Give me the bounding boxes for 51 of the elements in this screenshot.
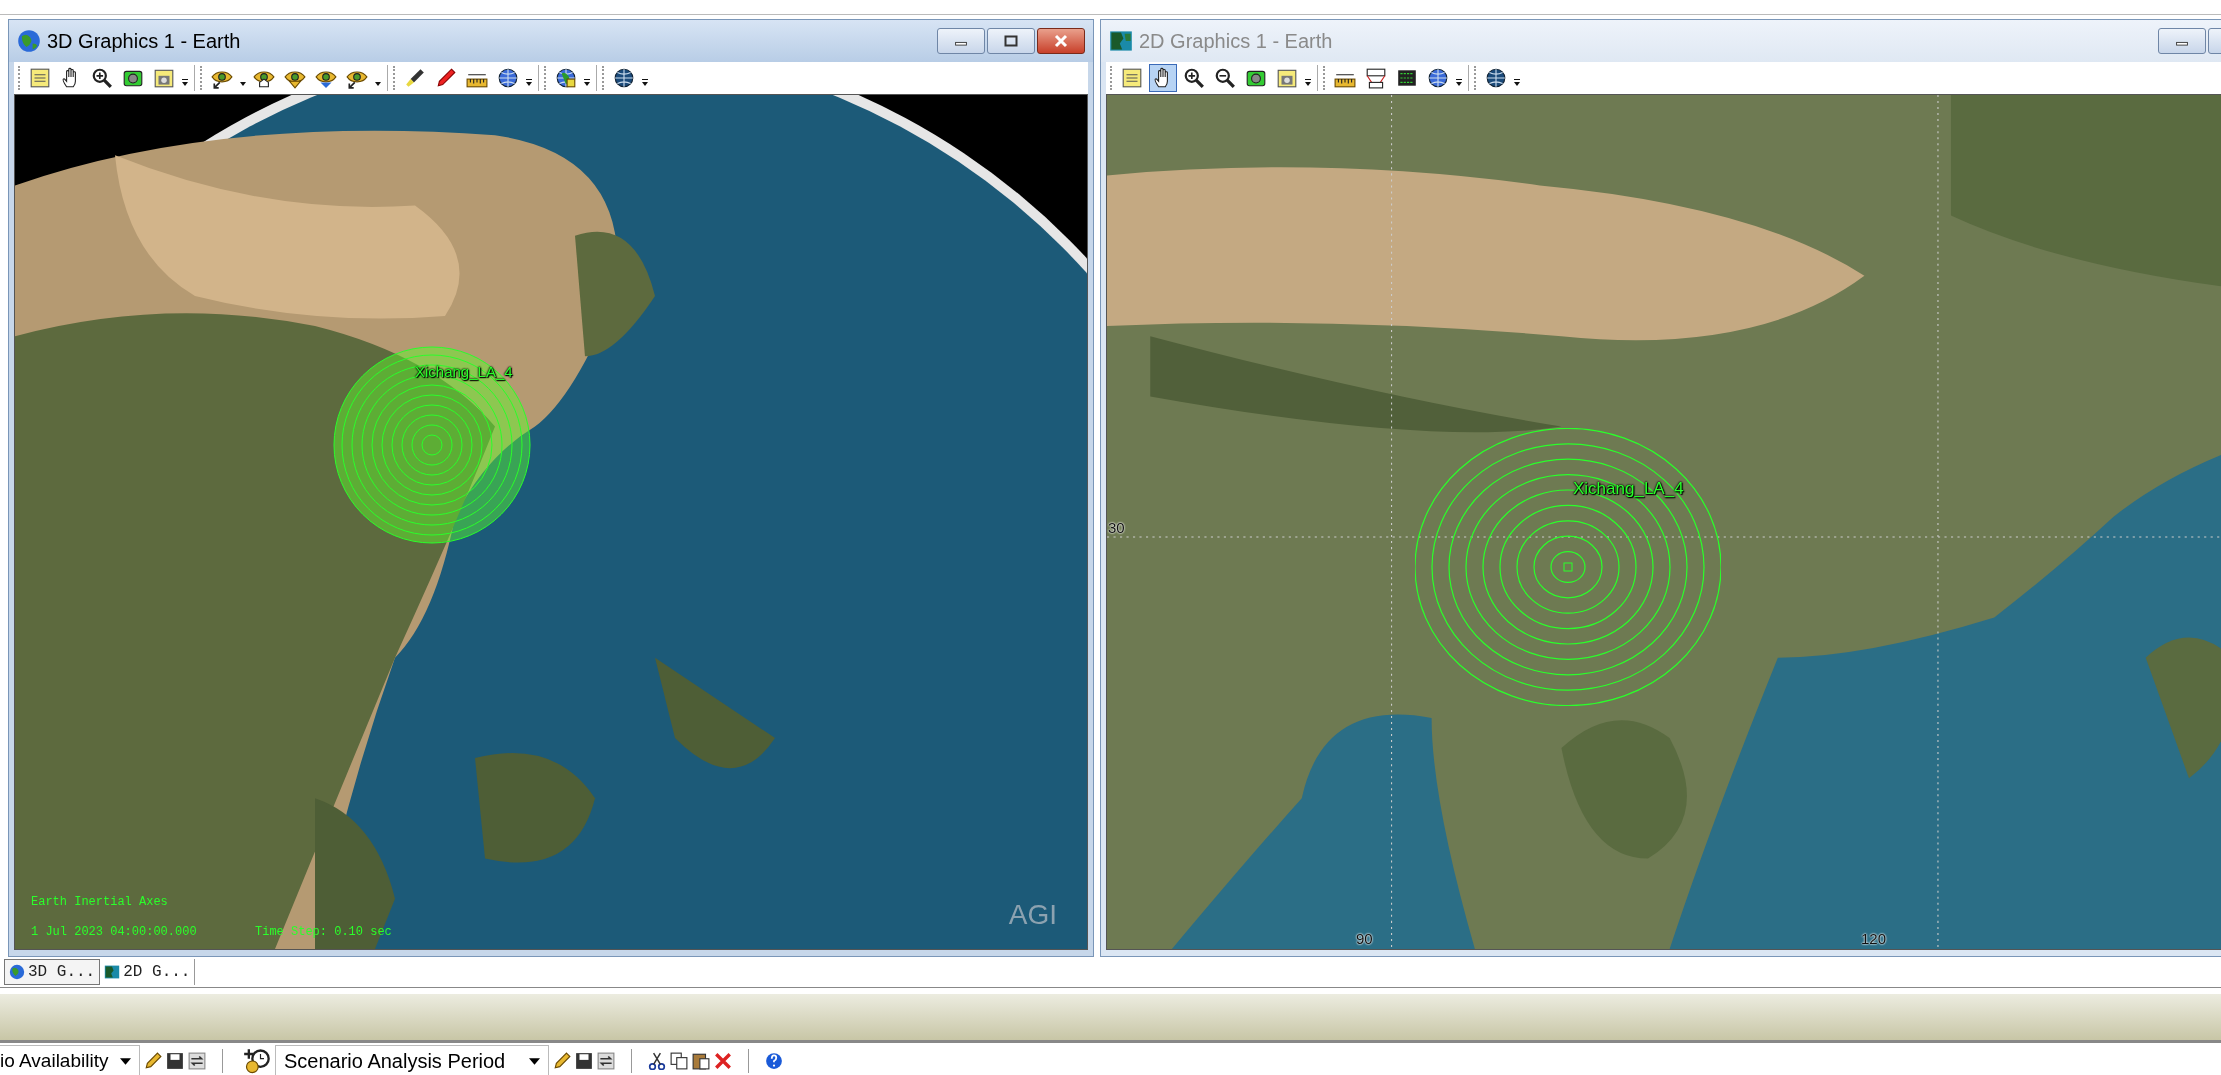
pencil-icon[interactable] xyxy=(144,1052,162,1070)
globe-icon xyxy=(1485,67,1507,89)
camera-icon xyxy=(1276,67,1298,89)
window-title: 3D Graphics 1 - Earth xyxy=(47,29,241,53)
delete-icon[interactable] xyxy=(714,1052,733,1070)
swap-icon[interactable] xyxy=(188,1052,206,1070)
logo-text: AGI xyxy=(1008,899,1057,931)
pencil-icon xyxy=(435,67,457,89)
save-icon[interactable] xyxy=(575,1052,594,1070)
maximize-button[interactable] xyxy=(987,28,1035,54)
period-dropdown[interactable]: Scenario Analysis Period xyxy=(275,1045,550,1075)
dropdown-arrow-icon xyxy=(529,1057,541,1065)
window-title: 2D Graphics 1 - Earth xyxy=(1139,29,1333,53)
clock-gear-icon[interactable] xyxy=(243,1047,271,1075)
globe-icon xyxy=(17,29,41,53)
close-button[interactable] xyxy=(1037,28,1085,54)
minimize-button[interactable] xyxy=(2158,28,2206,54)
longitude-label: 90 xyxy=(1356,930,1373,947)
zoom-in-icon xyxy=(1183,67,1205,89)
pencil-icon[interactable] xyxy=(553,1052,572,1070)
window-tab[interactable]: 3D G... xyxy=(4,959,101,985)
camera-icon xyxy=(153,67,175,89)
zoom-out-icon xyxy=(1214,67,1236,89)
globe-map-icon xyxy=(555,67,577,89)
scissors-icon[interactable] xyxy=(648,1052,667,1070)
map-icon xyxy=(1109,29,1133,53)
notepad-icon xyxy=(1121,67,1143,89)
maximize-icon xyxy=(1004,35,1018,47)
close-icon xyxy=(1054,34,1068,48)
map-icon xyxy=(104,964,121,980)
dropdown-arrow-icon xyxy=(120,1057,131,1065)
zoom-in-icon xyxy=(91,67,113,89)
swap-icon[interactable] xyxy=(597,1052,616,1070)
notepad-icon xyxy=(29,67,51,89)
scale-icon xyxy=(1365,67,1387,89)
paste-icon[interactable] xyxy=(692,1052,711,1070)
pan-button[interactable] xyxy=(1149,64,1177,92)
globe-icon xyxy=(9,964,25,980)
film-strip-icon xyxy=(1396,67,1418,89)
availability-dropdown[interactable]: io Availability xyxy=(0,1045,140,1075)
copy-icon[interactable] xyxy=(670,1052,689,1070)
latitude-label: 30 xyxy=(1108,519,1125,536)
axes-label: Earth Inertial Axes xyxy=(31,895,168,909)
help-icon[interactable] xyxy=(765,1052,784,1070)
save-icon[interactable] xyxy=(166,1052,184,1070)
globe-icon xyxy=(1427,67,1449,89)
globe-icon xyxy=(613,67,635,89)
time-label: 1 Jul 2023 04:00:00.000 xyxy=(31,925,197,939)
brush-icon xyxy=(404,67,426,89)
globe-icon xyxy=(497,67,519,89)
longitude-label: 120 xyxy=(1861,930,1887,947)
